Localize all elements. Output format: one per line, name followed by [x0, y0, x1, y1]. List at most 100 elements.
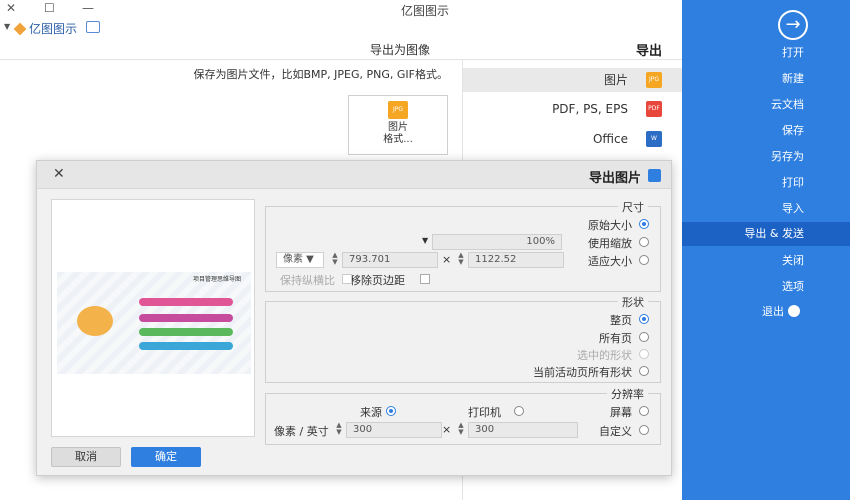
file-sidebar: → 打开 新建 云文档 保存 另存为 打印 导入 导出 & 发送 关闭 选项 退… — [682, 0, 850, 500]
keep-ratio-checkbox[interactable] — [342, 274, 352, 284]
size-group-label: 尺寸 — [618, 199, 648, 215]
original-size-label: 原始大小 — [588, 219, 632, 232]
dpi-unit-label: 像素 / 英寸 — [274, 425, 329, 438]
sidebar-item-export-send[interactable]: 导出 & 发送 — [682, 222, 850, 246]
image-preview: 项目管理思维导图 — [51, 199, 255, 437]
format-item-pdf[interactable]: PDF, PS, EPS PDF — [463, 97, 682, 121]
resolution-group: 分辨率 屏幕 打印机 来源 自定义 300 ▲ ▼ × 300 ▲ ▼ 像素 / 英… — [265, 386, 661, 445]
export-subheading: 导出为图像 — [370, 43, 431, 57]
screen-label: 屏幕 — [610, 406, 632, 419]
current-page-radio[interactable] — [639, 314, 649, 324]
mindmap-branch — [139, 342, 233, 350]
title-bar: 亿图图示 ✕ ☐ — — [0, 0, 682, 18]
sidebar-item-save[interactable]: 保存 — [682, 119, 850, 143]
mindmap-branch — [139, 314, 233, 322]
all-current-shapes-radio[interactable] — [639, 366, 649, 376]
export-heading: 导出 — [636, 44, 663, 59]
zoom-label: 使用缩放 — [588, 237, 632, 250]
dpi-y-input[interactable]: 300 — [346, 422, 442, 438]
jpg-icon: JPG — [646, 72, 662, 88]
export-image-dialog: ✕ 导出图片 项目管理思维导图 尺寸 原始大小 使用缩放 100% ▼ 适应大小… — [36, 160, 672, 476]
shape-group-label: 形状 — [618, 294, 648, 310]
sidebar-item-save-as[interactable]: 另存为 — [682, 145, 850, 169]
ok-button[interactable]: 确定 — [131, 447, 201, 467]
export-description: 保存为图片文件，比如BMP, JPEG, PNG, GIF格式。 — [193, 68, 448, 81]
times-sign: × — [442, 423, 452, 436]
sidebar-item-close[interactable]: 关闭 — [682, 249, 850, 273]
original-size-radio[interactable] — [639, 219, 649, 229]
times-sign: × — [442, 253, 452, 266]
width-input[interactable]: 1122.52 — [468, 252, 564, 268]
preview-diagram-title: 项目管理思维导图 — [192, 276, 241, 283]
diamond-icon — [13, 22, 27, 35]
unit-label: 像素 — [283, 254, 303, 265]
format-label: Office — [592, 132, 628, 146]
zoom-radio[interactable] — [639, 237, 649, 247]
screen-icon[interactable] — [86, 21, 100, 33]
unit-select[interactable]: 像素 ▼ — [276, 252, 324, 268]
height-stepper[interactable]: ▲ ▼ — [330, 252, 340, 268]
source-radio[interactable] — [386, 406, 396, 416]
brand-button[interactable]: 亿图图示 — [13, 20, 78, 37]
format-item-office[interactable]: Office W — [463, 127, 682, 151]
chevron-down-icon[interactable]: ▼ — [422, 236, 428, 245]
quick-access-menu-icon[interactable]: ▼ — [4, 22, 10, 31]
export-header: 导出为图像 导出 — [0, 38, 682, 60]
selected-shapes-label: 选中的形状 — [577, 349, 632, 362]
printer-radio[interactable] — [514, 406, 524, 416]
quick-access-bar: ▼ 亿图图示 — [0, 18, 682, 38]
brand-label: 亿图图示 — [29, 22, 78, 36]
remove-margin-checkbox[interactable] — [420, 274, 430, 284]
all-current-shapes-label: 当前活动页所有形状 — [533, 366, 632, 379]
cancel-button[interactable]: 取消 — [51, 447, 121, 467]
card-line-1: 图片 — [388, 122, 408, 133]
back-arrow-icon[interactable]: → — [778, 10, 808, 40]
zoom-select[interactable]: 100% — [432, 234, 562, 250]
current-page-label: 整页 — [610, 314, 632, 327]
image-format-card[interactable]: JPG 图片 格式... — [348, 95, 448, 155]
fit-size-label: 适应大小 — [588, 255, 632, 268]
all-pages-radio[interactable] — [639, 332, 649, 342]
dpi-x-stepper[interactable]: ▲ ▼ — [456, 422, 466, 438]
dialog-title: 导出图片 — [588, 171, 641, 186]
height-input[interactable]: 793.701 — [342, 252, 438, 268]
keep-ratio-label: 保持纵横比 — [280, 274, 335, 287]
selected-shapes-radio[interactable] — [639, 349, 649, 359]
sidebar-item-import[interactable]: 导入 — [682, 197, 850, 221]
dialog-title-bar: ✕ 导出图片 — [37, 161, 671, 189]
exit-icon — [788, 305, 800, 317]
shape-group: 形状 整页 所有页 选中的形状 当前活动页所有形状 — [265, 294, 661, 383]
close-window-button[interactable]: ✕ — [6, 1, 16, 15]
sidebar-item-open[interactable]: 打开 — [682, 41, 850, 65]
jpg-icon: JPG — [388, 101, 408, 119]
source-label: 来源 — [360, 406, 382, 419]
custom-label: 自定义 — [599, 425, 632, 438]
pdf-icon: PDF — [646, 101, 662, 117]
card-line-2: 格式... — [383, 134, 413, 145]
exit-label: 退出 — [762, 305, 784, 318]
mindmap-central-node — [77, 306, 113, 336]
fit-size-radio[interactable] — [639, 255, 649, 265]
minimize-window-button[interactable]: — — [82, 1, 94, 15]
width-stepper[interactable]: ▲ ▼ — [456, 252, 466, 268]
dpi-x-input[interactable]: 300 — [468, 422, 578, 438]
remove-margin-label: 移除页边距 — [350, 274, 405, 287]
sidebar-item-new[interactable]: 新建 — [682, 67, 850, 91]
sidebar-item-cloud[interactable]: 云文档 — [682, 93, 850, 117]
word-icon: W — [646, 131, 662, 147]
mindmap-branch — [139, 298, 233, 306]
custom-radio[interactable] — [639, 425, 649, 435]
mindmap-branch — [139, 328, 233, 336]
close-icon[interactable]: ✕ — [53, 166, 65, 182]
sidebar-item-print[interactable]: 打印 — [682, 171, 850, 195]
format-item-image[interactable]: 图片 JPG — [463, 68, 682, 92]
printer-label: 打印机 — [468, 406, 501, 419]
sidebar-item-options[interactable]: 选项 — [682, 275, 850, 299]
format-label: PDF, PS, EPS — [552, 102, 628, 116]
dpi-y-stepper[interactable]: ▲ ▼ — [334, 422, 344, 438]
restore-window-button[interactable]: ☐ — [44, 1, 55, 15]
screen-radio[interactable] — [639, 406, 649, 416]
all-pages-label: 所有页 — [599, 332, 632, 345]
sidebar-item-exit[interactable]: 退出 — [682, 300, 850, 324]
format-label: 图片 — [603, 73, 628, 87]
